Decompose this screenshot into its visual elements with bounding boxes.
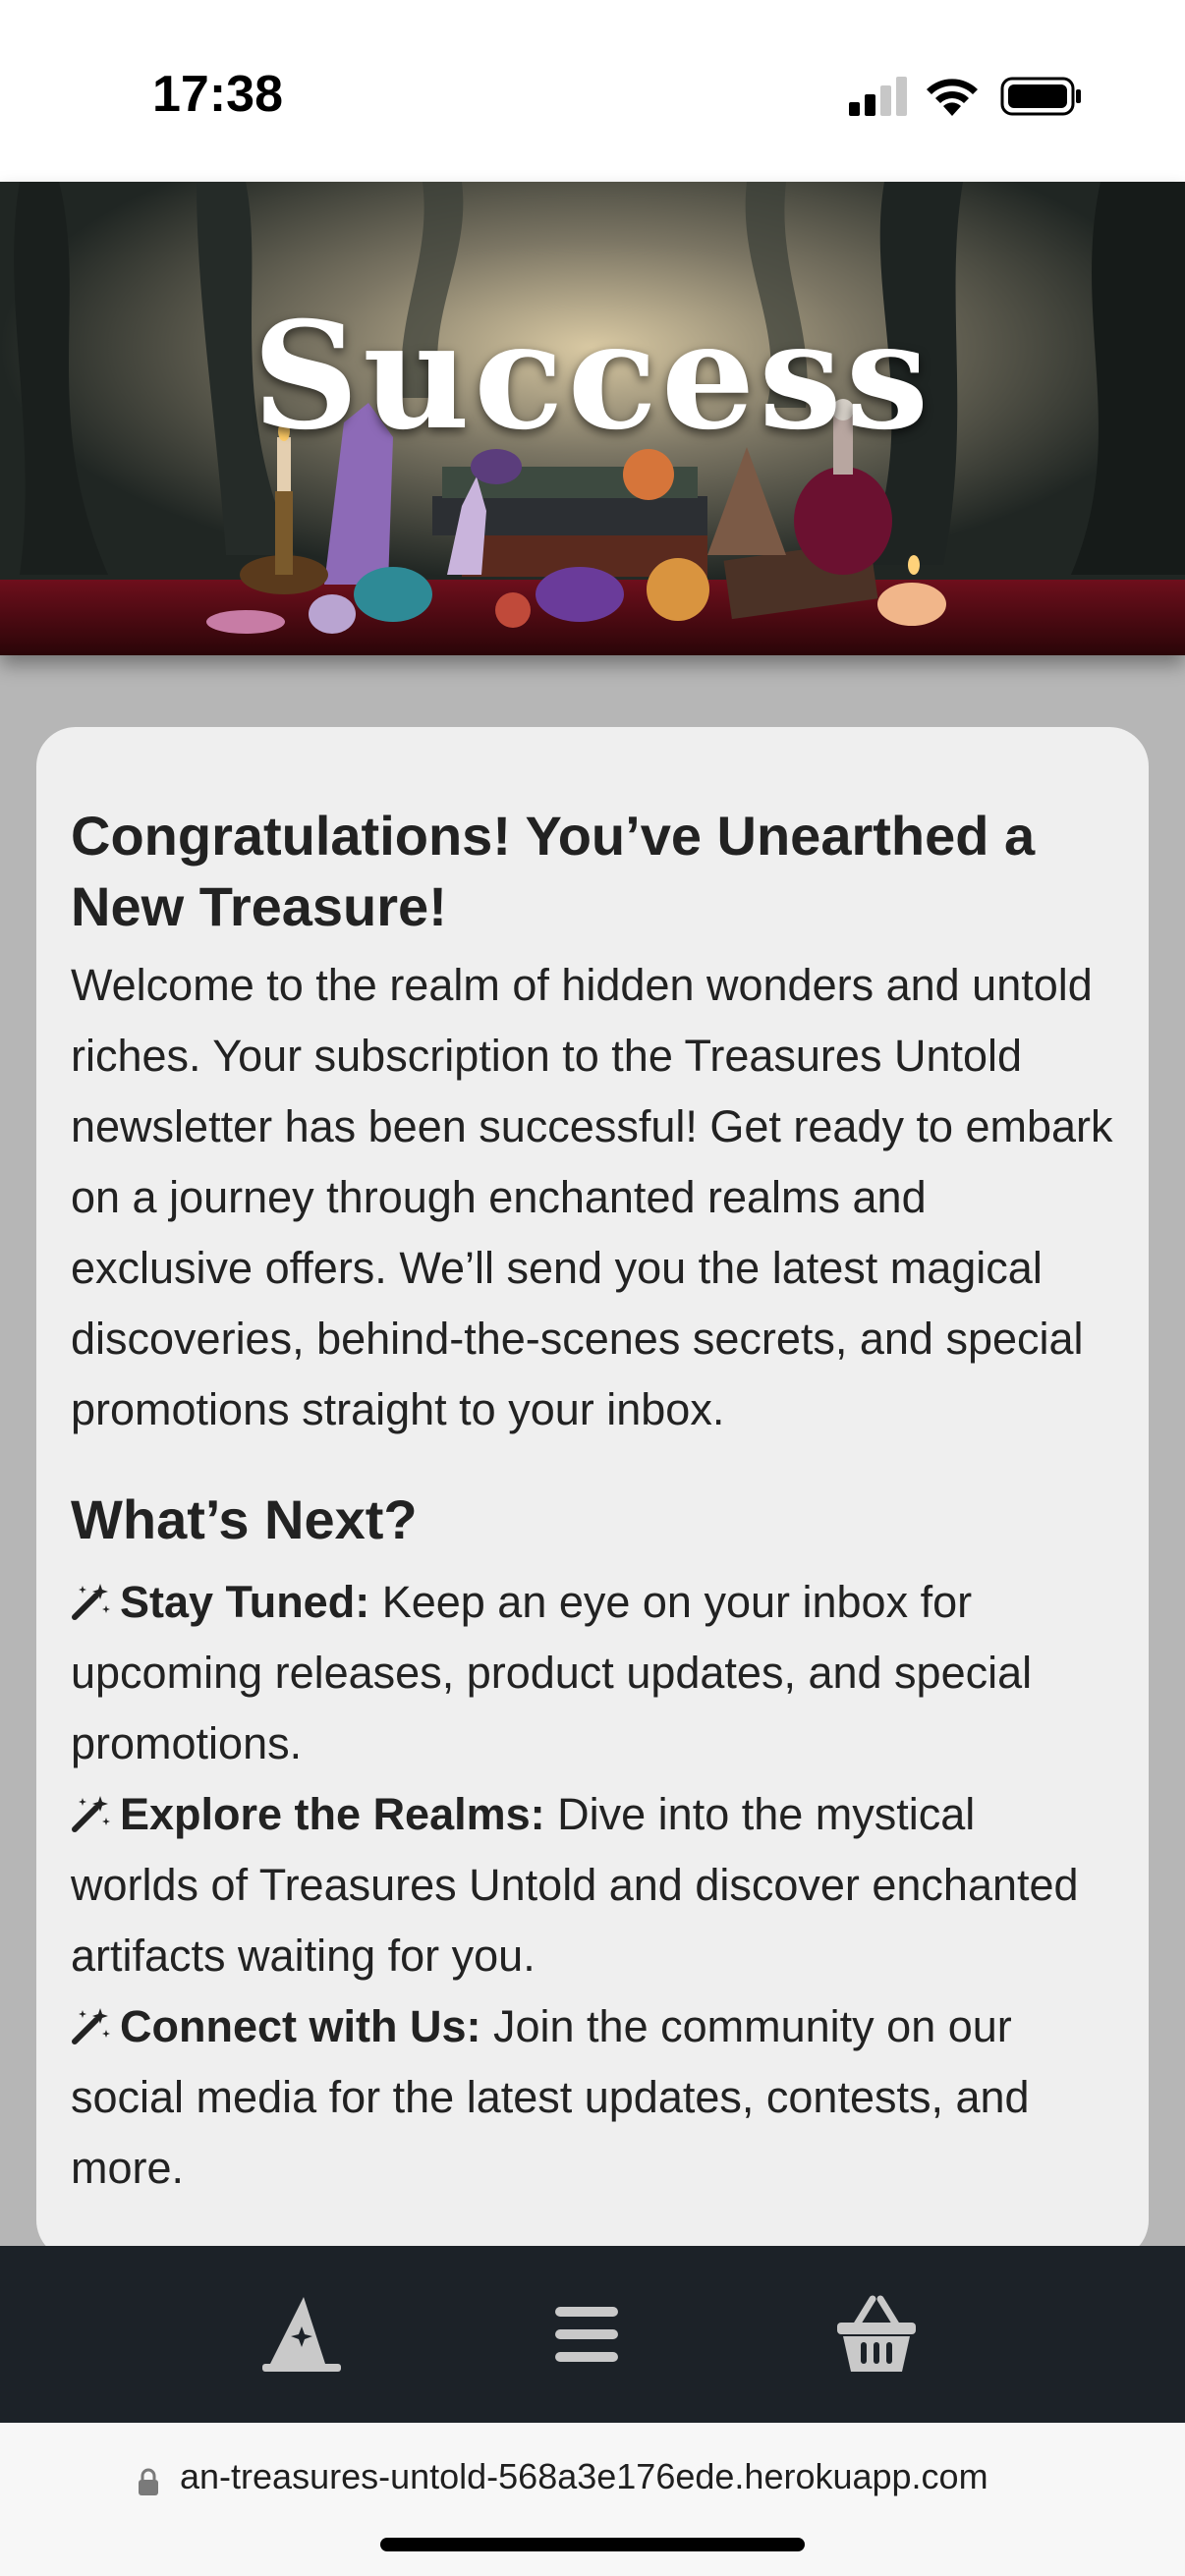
wifi-icon <box>927 79 978 116</box>
hero-banner: Success <box>0 182 1185 655</box>
status-bar: 17:38 <box>0 0 1185 182</box>
welcome-text: Welcome to the realm of hidden wonders a… <box>71 960 1113 1434</box>
magic-wand-icon <box>72 1584 110 1620</box>
browser-url-bar[interactable]: an-treasures-untold-568a3e176ede.herokua… <box>0 2423 1185 2576</box>
magic-wand-icon <box>72 2008 110 2044</box>
wizard-hat-icon <box>262 2297 341 2372</box>
menu-button[interactable] <box>537 2285 636 2383</box>
card-content: Congratulations! You’ve Unearthed a New … <box>71 801 1114 2204</box>
list-item-stay-tuned: Stay Tuned: Keep an eye on your inbox fo… <box>71 1567 1114 1779</box>
stay-tuned-title: Stay Tuned: <box>120 1577 370 1627</box>
battery-icon <box>1000 77 1081 116</box>
list-item-connect: Connect with Us: Join the community on o… <box>71 1991 1114 2204</box>
lock-icon <box>139 2468 158 2495</box>
status-time: 17:38 <box>152 66 283 123</box>
hero-title: Success <box>252 290 933 463</box>
home-indicator <box>380 2538 805 2551</box>
signal-icon <box>849 77 907 116</box>
bottom-nav <box>0 2246 1185 2423</box>
success-card: Congratulations! You’ve Unearthed a New … <box>36 727 1149 2260</box>
menu-icon <box>555 2307 618 2362</box>
explore-realms-title: Explore the Realms: <box>120 1789 545 1839</box>
basket-button[interactable] <box>827 2285 926 2383</box>
connect-title: Connect with Us: <box>120 2001 481 2051</box>
list-item-explore-realms: Explore the Realms: Dive into the mystic… <box>71 1779 1114 1991</box>
congratulations-heading: Congratulations! You’ve Unearthed a New … <box>71 805 1036 937</box>
magic-wand-icon <box>72 1796 110 1832</box>
basket-icon <box>837 2295 916 2372</box>
whats-next-heading: What’s Next? <box>71 1488 418 1550</box>
url-text[interactable]: an-treasures-untold-568a3e176ede.herokua… <box>180 2456 988 2497</box>
home-button[interactable] <box>253 2285 351 2383</box>
